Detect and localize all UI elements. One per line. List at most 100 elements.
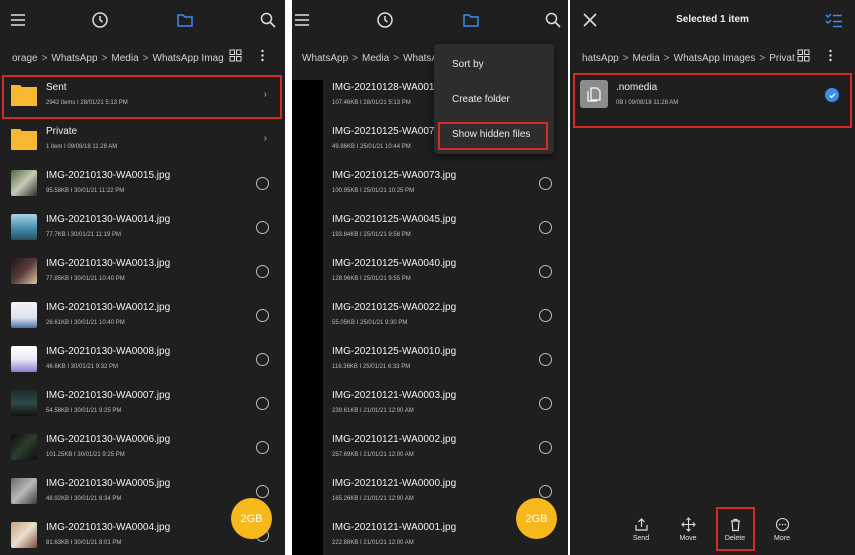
select-radio[interactable] bbox=[539, 397, 552, 410]
storage-fab-button[interactable]: 2GB bbox=[516, 498, 557, 539]
file-name: IMG-20210130-WA0005.jpg bbox=[46, 478, 171, 489]
select-radio[interactable] bbox=[256, 485, 269, 498]
file-list-panel: orage> WhatsApp> Media> WhatsApp Images … bbox=[0, 0, 285, 555]
send-label: Send bbox=[632, 535, 650, 542]
storage-fab-button[interactable]: 2GB bbox=[231, 498, 272, 539]
image-thumbnail bbox=[11, 478, 37, 504]
select-radio[interactable] bbox=[539, 485, 552, 498]
file-row[interactable]: IMG-20210130-WA0006.jpg 101.25KB I 30/01… bbox=[0, 426, 285, 470]
select-radio[interactable] bbox=[539, 221, 552, 234]
breadcrumb-item[interactable]: WhatsApp bbox=[51, 53, 97, 64]
selection-top-bar: Selected 1 item bbox=[570, 0, 855, 40]
file-meta: 257.69KB I 21/01/21 12:00 AM bbox=[332, 452, 414, 458]
file-meta: 0B I 09/08/18 11:28 AM bbox=[616, 100, 679, 106]
chevron-right-icon: › bbox=[263, 133, 267, 144]
file-meta: 55.05KB I 25/01/21 9:30 PM bbox=[332, 320, 408, 326]
select-radio[interactable] bbox=[539, 309, 552, 322]
select-radio[interactable] bbox=[539, 177, 552, 190]
file-row[interactable]: IMG-20210125-WA0073.jpg 100.95KB I 25/01… bbox=[292, 162, 568, 206]
breadcrumb: hatsApp> Media> WhatsApp Images> Private… bbox=[582, 48, 795, 68]
more-circle-icon bbox=[775, 517, 789, 532]
file-name: IMG-20210130-WA0014.jpg bbox=[46, 214, 171, 225]
menu-icon[interactable] bbox=[8, 10, 28, 30]
send-button[interactable]: Send bbox=[621, 517, 661, 542]
move-button[interactable]: Move bbox=[668, 517, 708, 542]
folder-tab-icon[interactable] bbox=[461, 10, 481, 30]
more-vertical-icon[interactable] bbox=[256, 49, 269, 62]
file-meta: 48.92KB I 30/01/21 8:34 PM bbox=[46, 496, 122, 502]
file-name: IMG-20210130-WA0004.jpg bbox=[46, 522, 171, 533]
file-row[interactable]: IMG-20210121-WA0002.jpg 257.69KB I 21/01… bbox=[292, 426, 568, 470]
file-list-panel-menu: WhatsApp> Media> WhatsApp IMG-20210128-W… bbox=[292, 0, 568, 555]
select-radio[interactable] bbox=[256, 265, 269, 278]
file-row[interactable]: IMG-20210130-WA0008.jpg 46.6KB I 30/01/2… bbox=[0, 338, 285, 382]
file-name: IMG-20210130-WA0013.jpg bbox=[46, 258, 171, 269]
select-radio[interactable] bbox=[256, 441, 269, 454]
select-radio[interactable] bbox=[539, 265, 552, 278]
file-row[interactable]: IMG-20210130-WA0014.jpg 77.7KB I 30/01/2… bbox=[0, 206, 285, 250]
file-row[interactable]: IMG-20210130-WA0007.jpg 54.58KB I 30/01/… bbox=[0, 382, 285, 426]
select-radio[interactable] bbox=[256, 397, 269, 410]
menu-item-create-folder[interactable]: Create folder bbox=[452, 94, 510, 105]
folder-tab-icon[interactable] bbox=[175, 10, 195, 30]
move-label: Move bbox=[679, 535, 697, 542]
select-all-icon[interactable] bbox=[824, 10, 844, 30]
grid-view-icon[interactable] bbox=[229, 49, 242, 62]
file-meta: 81.63KB I 30/01/21 8:01 PM bbox=[46, 540, 122, 546]
file-row[interactable]: IMG-20210130-WA0015.jpg 95.58KB I 30/01/… bbox=[0, 162, 285, 206]
select-radio[interactable] bbox=[539, 353, 552, 366]
more-button[interactable]: More bbox=[762, 517, 802, 542]
menu-item-show-hidden-files[interactable]: Show hidden files bbox=[452, 129, 530, 140]
file-meta: 165.26KB I 21/01/21 12:00 AM bbox=[332, 496, 414, 502]
selected-file-row[interactable]: .nomedia 0B I 09/08/18 11:28 AM bbox=[570, 74, 855, 124]
file-row[interactable]: IMG-20210125-WA0040.jpg 128.96KB I 25/01… bbox=[292, 250, 568, 294]
file-name: .nomedia bbox=[616, 82, 658, 93]
breadcrumb-item[interactable]: orage bbox=[12, 53, 38, 64]
file-row[interactable]: IMG-20210130-WA0013.jpg 77.85KB I 30/01/… bbox=[0, 250, 285, 294]
file-name: IMG-20210125-WA0074. bbox=[332, 126, 443, 137]
view-controls bbox=[797, 49, 837, 62]
select-radio[interactable] bbox=[256, 309, 269, 322]
menu-icon[interactable] bbox=[292, 10, 312, 30]
breadcrumb-item[interactable]: Private bbox=[769, 53, 795, 64]
breadcrumb-item[interactable]: Media bbox=[633, 53, 660, 64]
file-meta: 46.6KB I 30/01/21 9:32 PM bbox=[46, 364, 119, 370]
file-row[interactable]: IMG-20210125-WA0010.jpg 116.36KB I 25/01… bbox=[292, 338, 568, 382]
folder-meta: 1 item I 09/08/18 11:28 AM bbox=[46, 144, 118, 150]
image-thumbnail bbox=[11, 390, 37, 416]
folder-row-sent[interactable]: Sent 2942 items I 28/01/21 5:13 PM › bbox=[0, 74, 285, 118]
file-row[interactable]: IMG-20210121-WA0003.jpg 239.61KB I 21/01… bbox=[292, 382, 568, 426]
delete-button[interactable]: Delete bbox=[715, 517, 755, 542]
recent-clock-icon[interactable] bbox=[375, 10, 395, 30]
breadcrumb-item[interactable]: WhatsApp bbox=[302, 53, 348, 64]
file-meta: 128.96KB I 25/01/21 9:55 PM bbox=[332, 276, 411, 282]
select-radio[interactable] bbox=[256, 221, 269, 234]
recent-clock-icon[interactable] bbox=[90, 10, 110, 30]
top-bar bbox=[0, 0, 285, 40]
select-radio[interactable] bbox=[539, 441, 552, 454]
breadcrumb-item[interactable]: Media bbox=[362, 53, 389, 64]
file-row[interactable]: IMG-20210125-WA0022.jpg 55.05KB I 25/01/… bbox=[292, 294, 568, 338]
breadcrumb-item[interactable]: Media bbox=[111, 53, 138, 64]
breadcrumb-item[interactable]: WhatsApp bbox=[403, 53, 437, 64]
more-vertical-icon[interactable] bbox=[824, 49, 837, 62]
breadcrumb-item[interactable]: hatsApp bbox=[582, 53, 619, 64]
search-icon[interactable] bbox=[258, 10, 278, 30]
checked-icon[interactable] bbox=[825, 88, 839, 102]
file-name: IMG-20210130-WA0007.jpg bbox=[46, 390, 171, 401]
selection-title: Selected 1 item bbox=[676, 14, 749, 25]
file-meta: 26.61KB I 30/01/21 10:40 PM bbox=[46, 320, 125, 326]
grid-view-icon[interactable] bbox=[797, 49, 810, 62]
file-row[interactable]: IMG-20210130-WA0012.jpg 26.61KB I 30/01/… bbox=[0, 294, 285, 338]
breadcrumb-item[interactable]: WhatsApp Images bbox=[674, 53, 756, 64]
menu-item-sort-by[interactable]: Sort by bbox=[452, 59, 484, 70]
folder-row-private[interactable]: Private 1 item I 09/08/18 11:28 AM › bbox=[0, 118, 285, 162]
select-radio[interactable] bbox=[256, 177, 269, 190]
image-thumbnail bbox=[11, 302, 37, 328]
select-radio[interactable] bbox=[256, 353, 269, 366]
file-row[interactable]: IMG-20210125-WA0045.jpg 193.84KB I 25/01… bbox=[292, 206, 568, 250]
file-meta: 222.88KB I 21/01/21 12:00 AM bbox=[332, 540, 414, 546]
breadcrumb-item[interactable]: WhatsApp Images bbox=[153, 53, 225, 64]
file-name: IMG-20210125-WA0073.jpg bbox=[332, 170, 457, 181]
search-icon[interactable] bbox=[543, 10, 563, 30]
